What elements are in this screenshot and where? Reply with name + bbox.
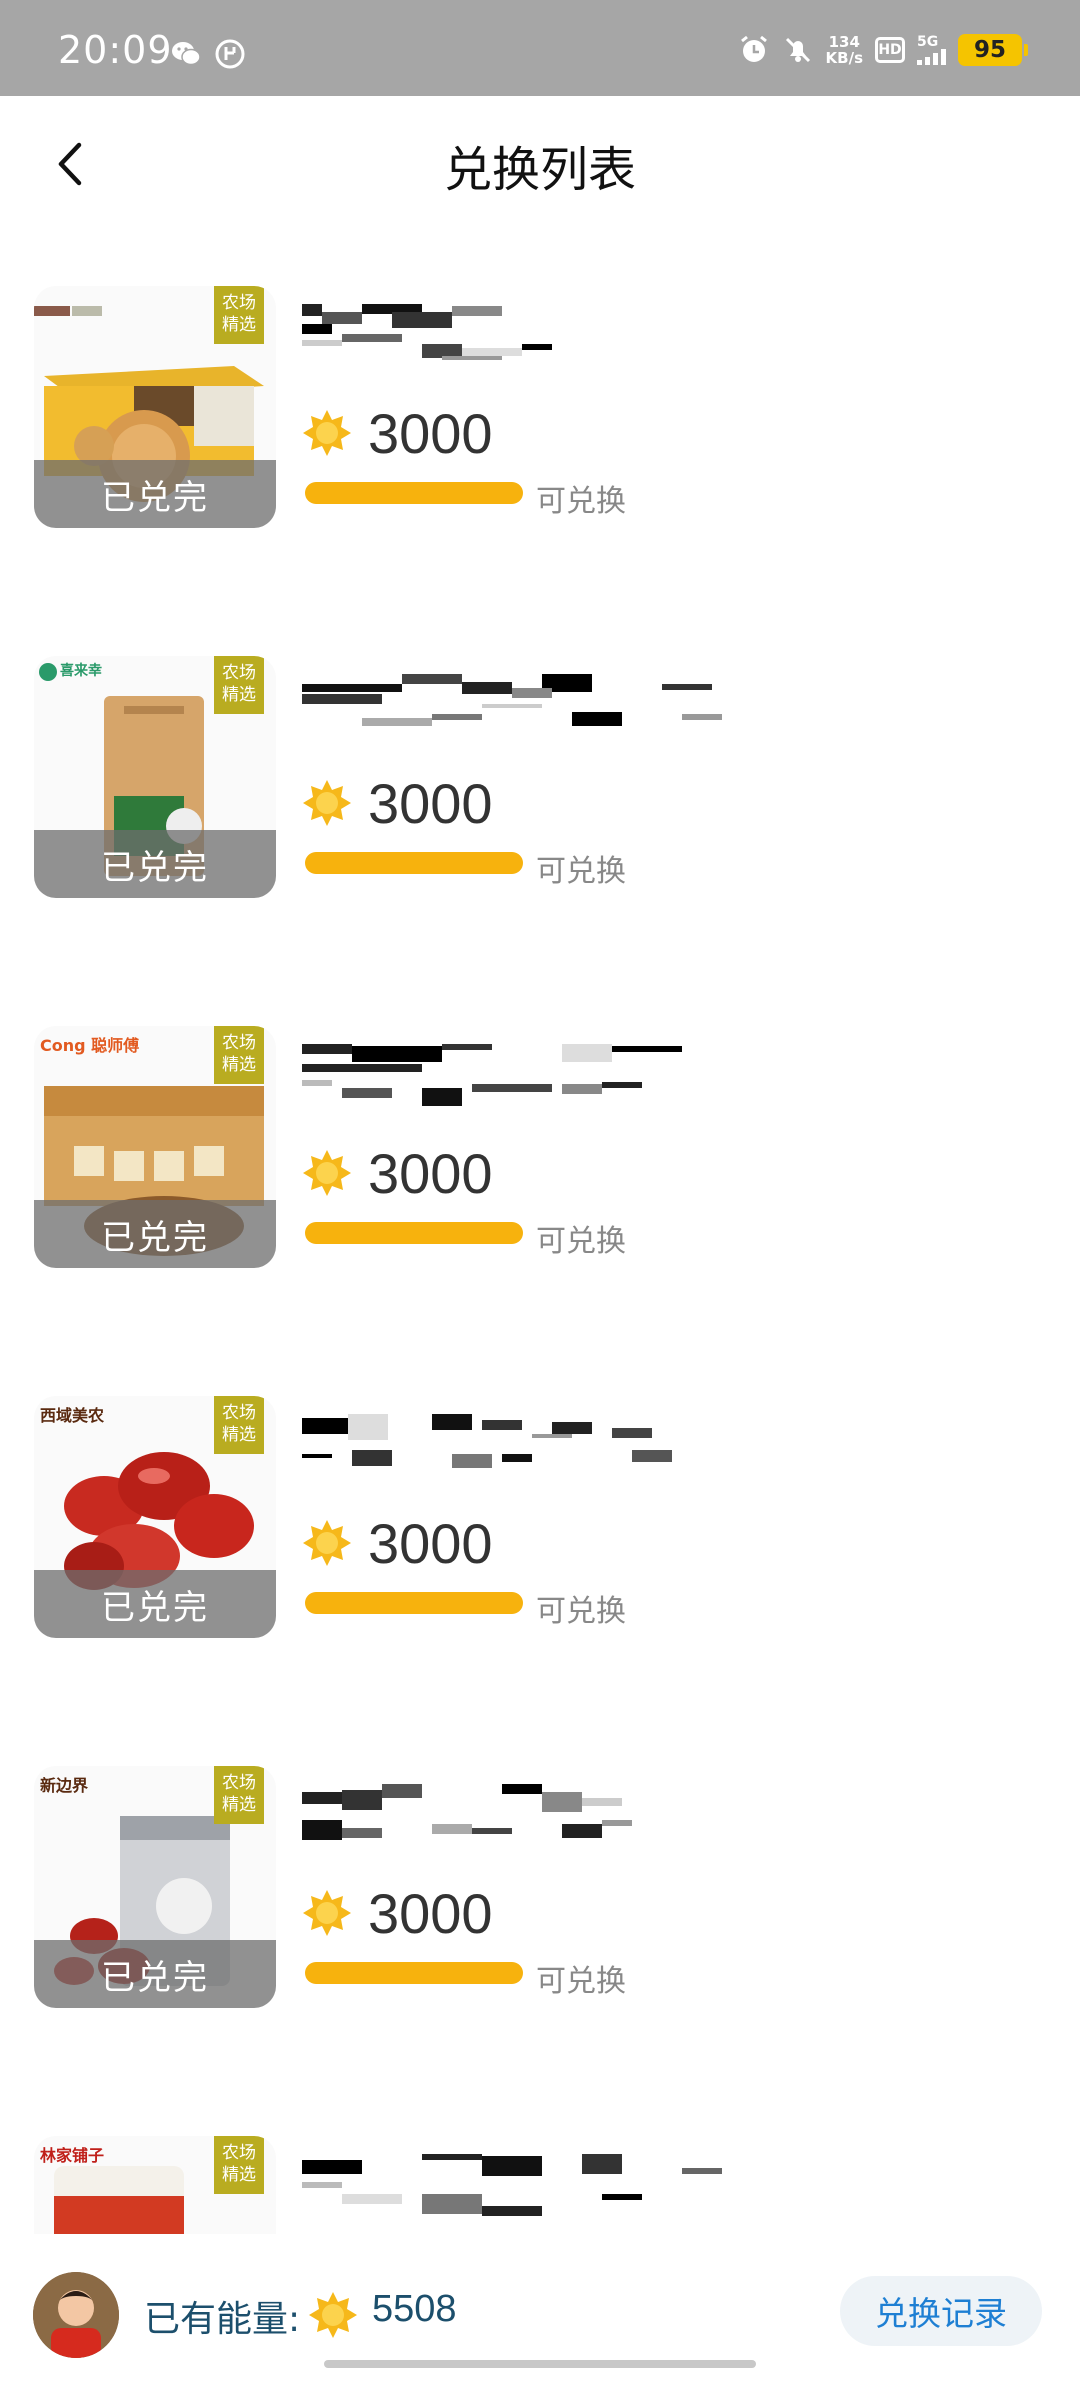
product-name-redacted [302, 1414, 672, 1468]
sold-out-overlay: 已兑完 [34, 830, 276, 898]
avatar-image [33, 2272, 119, 2358]
footer-bar: 已有能量: 5508 兑换记录 [0, 2234, 1080, 2388]
farm-select-tag: 农场 精选 [214, 2136, 264, 2194]
home-indicator[interactable] [324, 2360, 756, 2368]
alarm-icon [740, 35, 767, 62]
signal-bars-icon [917, 49, 946, 65]
sold-out-overlay: 已兑完 [34, 1570, 276, 1638]
product-thumbnail[interactable]: 农场 精选 已兑完 [34, 286, 276, 528]
product-thumbnail[interactable]: Cong 聪师傅 农场 精选 已兑完 [34, 1026, 276, 1268]
exchange-status: 可兑换 [536, 1594, 626, 1629]
sun-energy-icon [303, 1890, 351, 1936]
exchange-list: 农场 精选 已兑完 3000 可兑换 喜来幸 农场 精选 已兑完 3000 可兑… [0, 236, 1080, 2234]
brand-logo: Cong 聪师傅 [40, 1036, 140, 1055]
progress-bar [305, 852, 523, 874]
farm-select-tag: 农场 精选 [214, 1396, 264, 1454]
app-notification-icon [215, 39, 245, 69]
price-value: 3000 [368, 401, 493, 465]
progress-bar [305, 1962, 523, 1984]
price-value: 3000 [368, 1141, 493, 1205]
page-title: 兑换列表 [443, 142, 636, 198]
product-thumbnail[interactable]: 林家铺子 农场 精选 [34, 2136, 276, 2234]
header: 兑换列表 [0, 96, 1080, 236]
sold-out-overlay: 已兑完 [34, 1200, 276, 1268]
exchange-status: 可兑换 [536, 1224, 626, 1259]
price-value: 3000 [368, 1511, 493, 1575]
exchange-status: 可兑换 [536, 484, 626, 519]
product-name-redacted [302, 674, 722, 726]
list-item[interactable]: 西域美农 农场 精选 已兑完 3000 可兑换 [0, 1346, 1080, 1716]
battery-icon: 95 [958, 34, 1028, 66]
progress-bar [305, 1222, 523, 1244]
farm-select-tag: 农场 精选 [214, 656, 264, 714]
sold-out-overlay: 已兑完 [34, 1940, 276, 2008]
price-value: 3000 [368, 771, 493, 835]
price-row: 3000 [302, 396, 493, 470]
hd-badge: HD [875, 37, 905, 63]
exchange-status: 可兑换 [536, 854, 626, 889]
product-thumbnail[interactable]: 新边界 农场 精选 已兑完 [34, 1766, 276, 2008]
exchange-status: 可兑换 [536, 1964, 626, 1999]
sun-energy-icon [303, 780, 351, 826]
farm-select-tag: 农场 精选 [214, 1026, 264, 1084]
list-item[interactable]: 林家铺子 农场 精选 [0, 2086, 1080, 2234]
product-thumbnail[interactable]: 喜来幸 农场 精选 已兑完 [34, 656, 276, 898]
status-time: 20:09 [58, 28, 173, 72]
product-name-redacted [302, 1044, 682, 1106]
list-item[interactable]: Cong 聪师傅 农场 精选 已兑完 3000 可兑换 [0, 976, 1080, 1346]
energy-label: 已有能量: [144, 2299, 301, 2340]
farm-select-tag: 农场 精选 [214, 286, 264, 344]
list-item[interactable]: 新边界 农场 精选 已兑完 3000 可兑换 [0, 1716, 1080, 2086]
product-name-redacted [302, 2154, 722, 2216]
price-row: 3000 [302, 1506, 493, 1580]
price-row: 3000 [302, 766, 493, 840]
network-speed: 134 KB/s [826, 34, 863, 66]
sun-energy-icon [309, 2292, 357, 2338]
progress-bar [305, 482, 523, 504]
wechat-icon [172, 42, 201, 66]
brand-logo: 西域美农 [40, 1406, 105, 1425]
network-type: 5G [917, 34, 939, 50]
farm-select-tag: 农场 精选 [214, 1766, 264, 1824]
product-name-redacted [302, 304, 552, 360]
sold-out-overlay: 已兑完 [34, 460, 276, 528]
energy-value: 5508 [372, 2288, 457, 2330]
sun-energy-icon [303, 1520, 351, 1566]
price-value: 3000 [368, 1881, 493, 1945]
brand-logo: 林家铺子 [40, 2146, 105, 2165]
net-speed-unit: KB/s [825, 49, 863, 67]
net-speed-value: 134 [828, 33, 860, 51]
progress-bar [305, 1592, 523, 1614]
exchange-records-button[interactable]: 兑换记录 [840, 2276, 1042, 2346]
brand-logo: 新边界 [40, 1776, 89, 1795]
price-row: 3000 [302, 1136, 493, 1210]
sun-energy-icon [303, 1150, 351, 1196]
list-item[interactable]: 农场 精选 已兑完 3000 可兑换 [0, 236, 1080, 606]
signal-indicator: 5G [917, 35, 946, 65]
sun-energy-icon [303, 410, 351, 456]
product-thumbnail[interactable]: 西域美农 农场 精选 已兑完 [34, 1396, 276, 1638]
mute-icon [785, 37, 810, 63]
list-item[interactable]: 喜来幸 农场 精选 已兑完 3000 可兑换 [0, 606, 1080, 976]
price-row: 3000 [302, 1876, 493, 1950]
user-avatar[interactable] [33, 2272, 119, 2358]
brand-logo: 喜来幸 [60, 663, 102, 679]
status-bar: 20:09 134 KB/s HD 5G 95 [0, 0, 1080, 96]
product-name-redacted [302, 1784, 632, 1840]
